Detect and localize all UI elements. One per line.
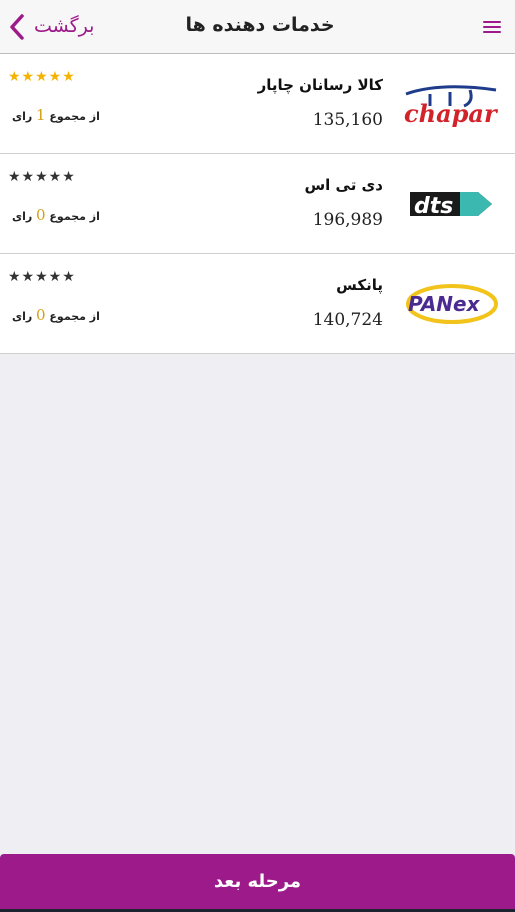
provider-name: دی تی اس bbox=[304, 176, 383, 194]
votes-suffix: رای bbox=[12, 310, 33, 323]
votes-text: از مجموع 1 رای bbox=[12, 106, 100, 124]
panex-logo: PANex bbox=[406, 284, 498, 324]
provider-row-panex[interactable]: PANex پانکس 140,724 ★★★★★ از مجموع 0 رای bbox=[0, 254, 515, 354]
chapar-logo: chapar bbox=[404, 85, 499, 128]
provider-price: 196,989 bbox=[312, 210, 383, 230]
next-step-label: مرحله بعد bbox=[213, 871, 302, 892]
rating-stars: ★★★★★ bbox=[8, 69, 76, 85]
votes-count: 1 bbox=[36, 106, 46, 124]
hamburger-menu-icon[interactable] bbox=[483, 19, 503, 35]
provider-list: chapar کالا رسانان چاپار 135,160 ★★★★★ ا… bbox=[0, 54, 515, 354]
back-button[interactable]: برگشت bbox=[6, 10, 116, 44]
votes-prefix: از مجموع bbox=[49, 110, 100, 123]
votes-count: 0 bbox=[36, 206, 46, 224]
rating-stars: ★★★★★ bbox=[8, 169, 76, 185]
provider-price: 140,724 bbox=[312, 310, 383, 330]
provider-row-chapar[interactable]: chapar کالا رسانان چاپار 135,160 ★★★★★ ا… bbox=[0, 54, 515, 154]
votes-prefix: از مجموع bbox=[49, 210, 100, 223]
votes-text: از مجموع 0 رای bbox=[12, 206, 100, 224]
page-title: خدمات دهنده ها bbox=[185, 14, 335, 36]
provider-name: پانکس bbox=[336, 276, 383, 294]
provider-name: کالا رسانان چاپار bbox=[257, 76, 383, 94]
votes-text: از مجموع 0 رای bbox=[12, 306, 100, 324]
back-label: برگشت bbox=[34, 15, 95, 37]
dts-logo: dts bbox=[410, 192, 492, 219]
svg-text:chapar: chapar bbox=[404, 99, 499, 128]
votes-prefix: از مجموع bbox=[49, 310, 100, 323]
rating-stars: ★★★★★ bbox=[8, 269, 76, 285]
svg-text:PANex: PANex bbox=[408, 292, 481, 316]
svg-text:dts: dts bbox=[414, 194, 453, 219]
app-header: برگشت خدمات دهنده ها bbox=[0, 0, 515, 54]
provider-row-dts[interactable]: dts دی تی اس 196,989 ★★★★★ از مجموع 0 را… bbox=[0, 154, 515, 254]
next-step-button[interactable]: مرحله بعد bbox=[0, 854, 515, 909]
votes-count: 0 bbox=[36, 306, 46, 324]
votes-suffix: رای bbox=[12, 210, 33, 223]
chevron-left-icon bbox=[10, 14, 24, 40]
votes-suffix: رای bbox=[12, 110, 33, 123]
provider-price: 135,160 bbox=[312, 110, 383, 130]
